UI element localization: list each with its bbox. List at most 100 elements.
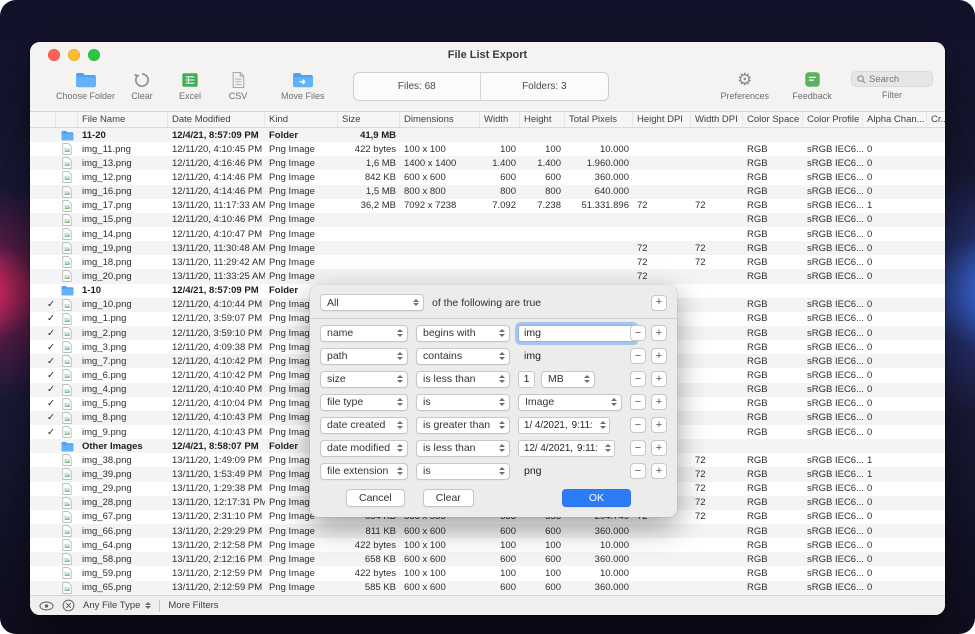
column-header-height[interactable]: Height [520,112,565,127]
color-profile-cell: sRGB IEC6... [803,384,863,395]
column-header-alpha-channel[interactable]: Alpha Chan... [863,112,927,127]
value-popup[interactable]: Image [518,394,622,411]
remove-rule-button[interactable]: − [630,371,646,387]
column-header-kind[interactable]: Kind [265,112,338,127]
remove-rule-button[interactable]: − [630,440,646,456]
column-header-color-space[interactable]: Color Space [743,112,803,127]
choose-folder-button[interactable]: Choose Folder [56,69,115,101]
preferences-button[interactable]: ⚙ Preferences [720,69,769,101]
field-popup[interactable]: size [320,371,408,388]
add-rule-button[interactable]: + [651,295,667,311]
field-popup[interactable]: date created [320,417,408,434]
column-header-height-dpi[interactable]: Height DPI [633,112,691,127]
table-row[interactable]: img_14.png12/11/20, 4:10:47 PMPng ImageR… [30,227,945,241]
table-row[interactable]: img_64.png13/11/20, 2:12:58 PMPng Image4… [30,538,945,552]
more-filters-button[interactable]: More Filters [168,600,218,611]
operator-popup[interactable]: is greater than [416,417,510,434]
column-header-size[interactable]: Size [338,112,400,127]
size-value-field[interactable]: 1 [518,371,535,388]
preview-eye-icon[interactable] [39,601,54,611]
column-header-total-pixels[interactable]: Total Pixels [565,112,633,127]
column-header-icon[interactable] [56,112,78,127]
kind-cell: Png Image [265,186,338,197]
table-row[interactable]: img_16.png12/11/20, 4:14:46 PMPng Image1… [30,185,945,199]
add-rule-button[interactable]: + [651,348,667,364]
field-popup[interactable]: name [320,325,408,342]
image-file-icon [62,327,72,339]
table-row[interactable]: img_20.png13/11/20, 11:33:25 AMPng Image… [30,269,945,283]
table-row[interactable]: 11-2012/4/21, 8:57:09 PMFolder41,9 MB [30,128,945,142]
search-input[interactable] [869,74,929,85]
table-row[interactable]: img_18.png13/11/20, 11:29:42 AMPng Image… [30,255,945,269]
value-text[interactable]: img [518,350,541,362]
table-row[interactable]: img_17.png13/11/20, 11:17:33 AMPng Image… [30,199,945,213]
date-picker[interactable]: 1/ 4/2021,9:11: [518,417,610,434]
value-input[interactable] [518,325,636,342]
table-row[interactable]: img_12.png12/11/20, 4:14:46 PMPng Image8… [30,170,945,184]
excel-export-button[interactable]: Excel [169,69,211,101]
file-type-popup[interactable]: Any File Type [83,600,151,611]
column-header-check[interactable] [30,112,56,127]
table-row[interactable]: img_66.png13/11/20, 2:29:29 PMPng Image8… [30,524,945,538]
column-header-date-modified[interactable]: Date Modified [168,112,265,127]
add-rule-button[interactable]: + [651,371,667,387]
clear-filter-icon[interactable] [62,599,75,612]
unit-popup[interactable]: MB [541,371,595,388]
column-header-color-profile[interactable]: Color Profile [803,112,863,127]
add-rule-button[interactable]: + [651,394,667,410]
operator-popup[interactable]: is [416,463,510,480]
stepper-icon[interactable] [605,444,611,452]
clear-button[interactable]: Clear [121,69,163,101]
zoom-button[interactable] [88,49,100,61]
operator-popup[interactable]: is less than [416,440,510,457]
value-text[interactable]: png [518,465,542,477]
csv-export-button[interactable]: CSV [217,69,259,101]
search-field[interactable] [851,71,933,87]
operator-popup[interactable]: is less than [416,371,510,388]
add-rule-button[interactable]: + [651,417,667,433]
date-picker[interactable]: 12/ 4/2021,9:11: [518,440,615,457]
filter-rule-date-created: date created is greater than 1/ 4/2021,9… [320,416,667,434]
table-row[interactable]: img_58.png13/11/20, 2:12:16 PMPng Image6… [30,552,945,566]
add-rule-button[interactable]: + [651,325,667,341]
table-row[interactable]: img_19.png13/11/20, 11:30:48 AMPng Image… [30,241,945,255]
field-popup[interactable]: file type [320,394,408,411]
feedback-button[interactable]: Feedback [791,69,833,101]
field-popup[interactable]: date modified [320,440,408,457]
column-header-width-dpi[interactable]: Width DPI [691,112,743,127]
height-dpi-cell: 72 [633,257,691,268]
operator-popup[interactable]: is [416,394,510,411]
table-row[interactable]: img_65.png13/11/20, 2:12:59 PMPng Image5… [30,581,945,595]
color-space-cell: RGB [743,342,803,353]
remove-rule-button[interactable]: − [630,348,646,364]
move-files-button[interactable]: Move Files [281,69,325,101]
column-header-dimensions[interactable]: Dimensions [400,112,480,127]
ok-button[interactable]: OK [562,489,631,507]
column-header-cropped[interactable]: Cr... [927,112,945,127]
color-profile-cell: sRGB IEC6... [803,243,863,254]
column-header-file-name[interactable]: File Name [78,112,168,127]
stepper-icon[interactable] [600,421,606,429]
operator-popup[interactable]: contains [416,348,510,365]
match-popup[interactable]: All [320,294,424,311]
minimize-button[interactable] [68,49,80,61]
file-name-cell: 11-20 [78,130,168,141]
field-popup[interactable]: file extension [320,463,408,480]
table-row[interactable]: img_59.png13/11/20, 2:12:59 PMPng Image4… [30,566,945,580]
add-rule-button[interactable]: + [651,440,667,456]
remove-rule-button[interactable]: − [630,325,646,341]
table-row[interactable]: img_11.png12/11/20, 4:10:45 PMPng Image4… [30,142,945,156]
column-header-width[interactable]: Width [480,112,520,127]
close-button[interactable] [48,49,60,61]
remove-rule-button[interactable]: − [630,463,646,479]
field-popup[interactable]: path [320,348,408,365]
remove-rule-button[interactable]: − [630,394,646,410]
cancel-button[interactable]: Cancel [346,489,405,507]
table-row[interactable]: img_13.png12/11/20, 4:16:46 PMPng Image1… [30,156,945,170]
alpha-channel-cell: 0 [863,497,927,508]
clear-filters-button[interactable]: Clear [423,489,474,507]
table-row[interactable]: img_15.png12/11/20, 4:10:46 PMPng ImageR… [30,213,945,227]
operator-popup[interactable]: begins with [416,325,510,342]
add-rule-button[interactable]: + [651,463,667,479]
remove-rule-button[interactable]: − [630,417,646,433]
